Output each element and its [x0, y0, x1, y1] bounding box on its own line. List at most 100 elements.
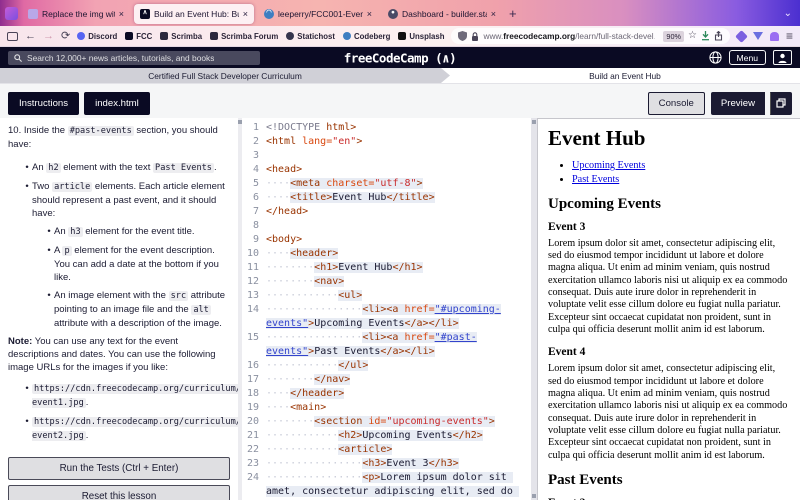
code-line[interactable]: 13············<ul>: [242, 289, 531, 303]
code-line[interactable]: 3: [242, 149, 531, 163]
tab-index-html[interactable]: index.html: [84, 92, 150, 115]
bookmark-unsplash[interactable]: Unsplash: [398, 32, 444, 41]
bookmark-scrimba[interactable]: Scrimba: [160, 32, 202, 41]
browser-tab[interactable]: ∧Build an Event Hub: Build an Eve×: [134, 4, 254, 24]
code-line[interactable]: 2<html lang="en">: [242, 135, 531, 149]
code-line[interactable]: 16············</ul>: [242, 359, 531, 373]
inline-code: h2: [46, 163, 60, 173]
tab-close-icon[interactable]: ×: [243, 9, 248, 19]
instruction-list-item: •An h3 element for the event title.: [44, 225, 230, 239]
code-line[interactable]: 15················<li><a href="#past-eve…: [242, 331, 531, 359]
browser-tab[interactable]: ●Dashboard - builder.statichost.c×: [382, 4, 502, 24]
menu-button[interactable]: Menu: [729, 50, 767, 65]
code-line[interactable]: 8: [242, 219, 531, 233]
back-button[interactable]: ←: [25, 31, 36, 42]
code-line[interactable]: 17········</nav>: [242, 373, 531, 387]
firefox-view-icon[interactable]: [5, 7, 18, 20]
bookmark-discord[interactable]: Discord: [77, 32, 117, 41]
menu-hamburger-icon[interactable]: ≡: [786, 30, 793, 42]
preview-nav-link[interactable]: Upcoming Events: [572, 160, 645, 171]
bookmark-star-icon[interactable]: ☆: [688, 31, 697, 41]
url-text: www.freecodecamp.org/learn/full-stack-de…: [483, 31, 655, 41]
inline-code: p: [62, 246, 71, 256]
code-line[interactable]: 23················<h3>Event 3</h3>: [242, 457, 531, 471]
browser-window: Replace the img with a div×∧Build an Eve…: [0, 0, 800, 500]
forward-button[interactable]: →: [43, 31, 54, 42]
extension-vimium-icon[interactable]: [753, 32, 763, 40]
preview-nav-link[interactable]: Past Events: [572, 174, 619, 185]
browser-nav-bar: ← → ⟳ Discord FCC Scrimba Scrimba Forum Stat…: [0, 26, 800, 47]
site-search-input[interactable]: Search 12,000+ news articles, tutorials,…: [8, 51, 260, 65]
browser-tab[interactable]: ◠leeperry/FCC001-Event-Hub - C×: [258, 4, 378, 24]
code-line[interactable]: 7</head>: [242, 205, 531, 219]
codeberg-favicon: ◠: [264, 9, 274, 19]
bookmark-favicon: [398, 32, 406, 40]
lab-workspace: Instructions index.html Console Preview …: [0, 84, 800, 500]
code-line[interactable]: 11········<h1>Event Hub</h1>: [242, 261, 531, 275]
fcc-logo[interactable]: freeCodeCamp (∧): [344, 50, 456, 65]
instruction-list-item: •https://cdn.freecodecamp.org/curriculum…: [22, 415, 230, 443]
code-line[interactable]: 18····</header>: [242, 387, 531, 401]
line-number: 3: [242, 149, 266, 163]
zoom-level-badge[interactable]: 90%: [663, 31, 684, 42]
sidebar-toggle-icon[interactable]: [7, 32, 18, 41]
line-number: 18: [242, 387, 266, 401]
extension-ublock-icon[interactable]: [735, 30, 748, 43]
line-number: 9: [242, 233, 266, 247]
code-line[interactable]: 14················<li><a href="#upcoming…: [242, 303, 531, 331]
download-icon[interactable]: [701, 31, 710, 41]
shield-icon: [458, 31, 467, 41]
new-tab-button[interactable]: +: [509, 6, 517, 21]
run-tests-button[interactable]: Run the Tests (Ctrl + Enter): [8, 457, 230, 480]
page-icon: [28, 9, 38, 19]
breadcrumb-curriculum[interactable]: Certified Full Stack Developer Curriculu…: [0, 68, 450, 83]
code-line[interactable]: 9<body>: [242, 233, 531, 247]
code-line[interactable]: 10····<header>: [242, 247, 531, 261]
inline-code: #past-events: [68, 126, 134, 136]
tab-close-icon[interactable]: ×: [367, 9, 372, 19]
breadcrumb-lab-title[interactable]: Build an Event Hub: [450, 68, 800, 83]
reload-button[interactable]: ⟳: [61, 31, 70, 42]
bookmark-statichost[interactable]: Statichost: [286, 32, 335, 41]
preview-panel: Event Hub Upcoming EventsPast Events Upc…: [537, 118, 800, 500]
browser-tab[interactable]: Replace the img with a div ×: [22, 4, 130, 24]
code-line[interactable]: 1<!DOCTYPE html>: [242, 121, 531, 135]
code-line[interactable]: 6····<title>Event Hub</title>: [242, 191, 531, 205]
address-bar[interactable]: www.freecodecamp.org/learn/full-stack-de…: [451, 28, 730, 44]
preview-section-heading: Past Events: [548, 472, 790, 489]
code-line[interactable]: 12········<nav>: [242, 275, 531, 289]
code-line[interactable]: 24················<p>Lorem ipsum dolor s…: [242, 471, 531, 500]
line-number: 21: [242, 429, 266, 443]
code-line[interactable]: 19····<main>: [242, 401, 531, 415]
code-line[interactable]: 4<head>: [242, 163, 531, 177]
language-globe-icon[interactable]: [709, 51, 722, 64]
bookmark-favicon: [343, 32, 351, 40]
preview-button[interactable]: Preview: [711, 92, 765, 115]
extension-ghost-icon[interactable]: [770, 32, 779, 41]
instructions-panel: 10. Inside the #past-events section, you…: [0, 118, 238, 500]
avatar[interactable]: [773, 50, 792, 65]
share-icon[interactable]: [714, 31, 723, 41]
tab-title: Replace the img with a div: [42, 9, 115, 19]
line-number: 1: [242, 121, 266, 135]
reset-lesson-button[interactable]: Reset this lesson: [8, 485, 230, 500]
console-button[interactable]: Console: [648, 92, 705, 115]
instruction-list-item: •A p element for the event description. …: [44, 244, 230, 284]
code-line[interactable]: 21············<h2>Upcoming Events</h2>: [242, 429, 531, 443]
bookmark-favicon: [160, 32, 168, 40]
tab-close-icon[interactable]: ×: [119, 9, 124, 19]
windows-copy-icon: [776, 98, 786, 108]
tab-close-icon[interactable]: ×: [491, 9, 496, 19]
code-line[interactable]: 5····<meta charset="utf-8">: [242, 177, 531, 191]
lock-icon: [471, 32, 479, 41]
tab-list-chevron-icon[interactable]: ⌄: [784, 8, 792, 19]
code-editor[interactable]: 1<!DOCTYPE html>2<html lang="en">3 4<hea…: [242, 118, 531, 500]
bookmark-codeberg[interactable]: Codeberg: [343, 32, 390, 41]
detach-preview-button[interactable]: [770, 92, 792, 115]
tab-instructions[interactable]: Instructions: [8, 92, 79, 115]
bookmark-fcc[interactable]: FCC: [125, 32, 152, 41]
code-line[interactable]: 22············<article>: [242, 443, 531, 457]
line-number: 4: [242, 163, 266, 177]
bookmark-scrimba-forum[interactable]: Scrimba Forum: [210, 32, 278, 41]
code-line[interactable]: 20········<section id="upcoming-events">: [242, 415, 531, 429]
